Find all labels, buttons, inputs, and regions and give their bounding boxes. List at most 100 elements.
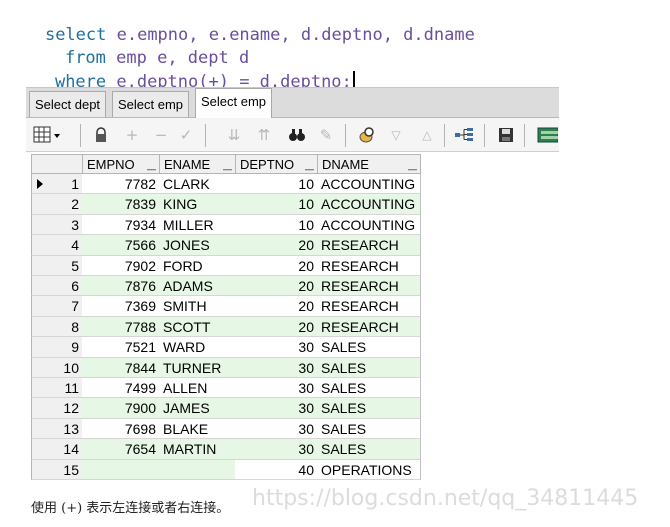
cell-dname[interactable]: SALES [317,418,421,440]
cell-dname[interactable]: SALES [317,357,421,378]
cell-dname[interactable]: SALES [317,378,421,399]
cell-dname[interactable]: SALES [317,439,421,460]
cell-deptno[interactable]: 30 [235,439,318,460]
find-icon[interactable] [287,125,307,145]
row-indicator[interactable]: 4 [31,235,83,256]
table-row[interactable]: 10 7844 TURNER 30 SALES [31,357,421,378]
cell-dname[interactable]: ACCOUNTING [317,194,421,215]
cell-empno[interactable]: 7521 [82,337,160,358]
cell-empno[interactable]: 7902 [82,255,160,276]
table-row[interactable]: 14 7654 MARTIN 30 SALES [31,439,421,460]
cell-empno[interactable]: 7788 [82,316,160,338]
delete-record-icon[interactable]: − [151,125,171,145]
table-row[interactable]: 6 7876 ADAMS 20 RESEARCH [31,276,421,297]
cell-deptno[interactable]: 40 [235,459,318,480]
table-row[interactable]: 12 7900 JAMES 30 SALES [31,398,421,419]
cell-ename[interactable]: JAMES [159,398,236,419]
row-indicator[interactable]: 10 [31,357,83,378]
row-indicator[interactable]: 11 [31,378,83,399]
cell-ename[interactable]: WARD [159,337,236,358]
table-row[interactable]: 1 7782 CLARK 10 ACCOUNTING [31,174,421,195]
cell-ename[interactable]: ADAMS [159,276,236,297]
table-row[interactable]: 5 7902 FORD 20 RESEARCH [31,255,421,276]
table-row[interactable]: 2 7839 KING 10 ACCOUNTING [31,194,421,215]
row-indicator[interactable]: 2 [31,194,83,215]
row-indicator[interactable]: 14 [31,439,83,460]
post-changes-icon[interactable]: ✓ [176,125,196,145]
cell-deptno[interactable]: 30 [235,398,318,419]
table-row[interactable]: 4 7566 JONES 20 RESEARCH [31,235,421,256]
table-row[interactable]: 11 7499 ALLEN 30 SALES [31,378,421,399]
cell-empno[interactable]: 7566 [82,235,160,256]
clear-icon[interactable]: ✎ [316,125,336,145]
cell-empno[interactable]: 7900 [82,398,160,419]
add-record-icon[interactable]: + [122,125,142,145]
cell-deptno[interactable]: 30 [235,337,318,358]
row-indicator[interactable]: 15 [31,459,83,480]
cell-empno[interactable]: 7934 [82,214,160,236]
cell-empno[interactable]: 7698 [82,418,160,440]
row-indicator[interactable]: 1 [31,174,83,195]
table-row[interactable]: 3 7934 MILLER 10 ACCOUNTING [31,214,421,236]
row-indicator[interactable]: 9 [31,337,83,358]
cell-ename[interactable] [159,459,236,480]
cell-dname[interactable]: OPERATIONS [317,459,421,480]
lock-icon[interactable] [91,125,111,145]
prev-icon[interactable]: △ [417,125,437,145]
table-row[interactable]: 9 7521 WARD 30 SALES [31,337,421,358]
next-icon[interactable]: ▽ [386,125,406,145]
sql-editor[interactable]: select e.empno, e.ename, d.deptno, d.dna… [0,0,670,92]
cell-dname[interactable]: ACCOUNTING [317,174,421,195]
cell-ename[interactable]: CLARK [159,174,236,195]
cell-deptno[interactable]: 30 [235,378,318,399]
cell-dname[interactable]: RESEARCH [317,316,421,338]
table-row[interactable]: 7 7369 SMITH 20 RESEARCH [31,296,421,317]
cell-dname[interactable]: RESEARCH [317,235,421,256]
tab-select-emp-active[interactable]: Select emp [195,88,273,118]
cell-ename[interactable]: FORD [159,255,236,276]
cell-empno[interactable]: 7839 [82,194,160,215]
cell-deptno[interactable]: 30 [235,418,318,440]
table-row[interactable]: 15 40 OPERATIONS [31,459,421,480]
cell-deptno[interactable]: 20 [235,296,318,317]
row-indicator[interactable]: 13 [31,418,83,440]
cell-deptno[interactable]: 10 [235,174,318,195]
cell-empno[interactable]: 7782 [82,174,160,195]
cell-ename[interactable]: ALLEN [159,378,236,399]
row-indicator[interactable]: 3 [31,214,83,236]
cell-ename[interactable]: SMITH [159,296,236,317]
cell-dname[interactable]: RESEARCH [317,255,421,276]
row-indicator[interactable]: 8 [31,316,83,338]
cell-ename[interactable]: KING [159,194,236,215]
cell-empno[interactable]: 7369 [82,296,160,317]
cell-deptno[interactable]: 10 [235,214,318,236]
cell-dname[interactable]: SALES [317,398,421,419]
table-row[interactable]: 8 7788 SCOTT 20 RESEARCH [31,316,421,338]
cell-deptno[interactable]: 30 [235,357,318,378]
column-header-deptno[interactable]: DEPTNO [235,154,318,174]
row-indicator[interactable]: 6 [31,276,83,297]
cell-ename[interactable]: MILLER [159,214,236,236]
cell-empno[interactable]: 7876 [82,276,160,297]
save-icon[interactable] [496,125,516,145]
cell-empno[interactable]: 7844 [82,357,160,378]
cell-ename[interactable]: JONES [159,235,236,256]
row-indicator[interactable]: 12 [31,398,83,419]
cell-ename[interactable]: MARTIN [159,439,236,460]
cell-dname[interactable]: SALES [317,337,421,358]
table-row[interactable]: 13 7698 BLAKE 30 SALES [31,418,421,440]
cell-deptno[interactable]: 20 [235,316,318,338]
cell-deptno[interactable]: 20 [235,235,318,256]
column-header-dname[interactable]: DNAME [317,154,421,174]
tab-select-emp[interactable]: Select emp [112,91,190,117]
filter-up-icon[interactable]: ⇈ [254,125,274,145]
cell-empno[interactable]: 7499 [82,378,160,399]
cell-dname[interactable]: RESEARCH [317,276,421,297]
export-icon[interactable] [536,125,558,145]
cell-ename[interactable]: SCOTT [159,316,236,338]
query-icon[interactable] [357,125,377,145]
filter-down-icon[interactable]: ⇊ [224,125,244,145]
cell-ename[interactable]: TURNER [159,357,236,378]
cell-ename[interactable]: BLAKE [159,418,236,440]
column-header-ename[interactable]: ENAME [159,154,236,174]
